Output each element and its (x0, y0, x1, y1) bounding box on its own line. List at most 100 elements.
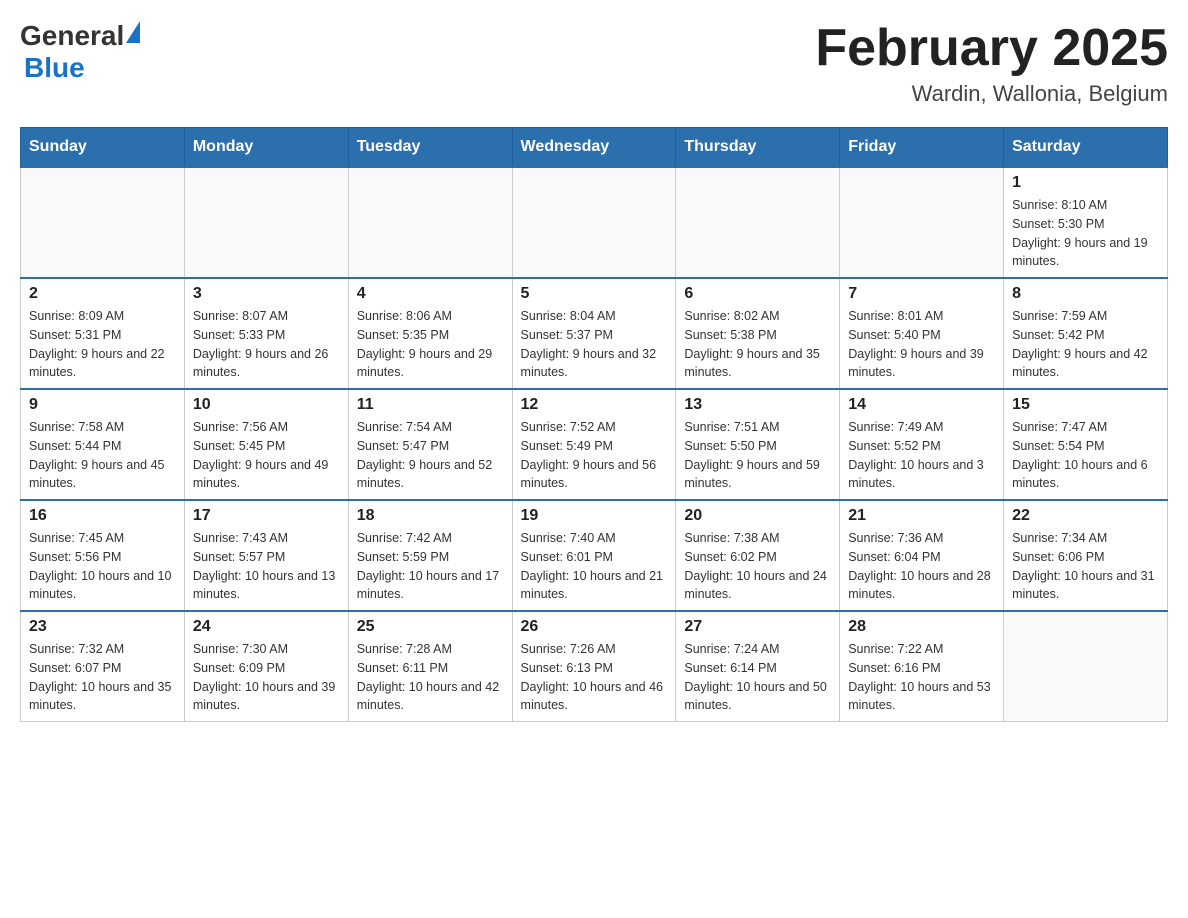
day-number: 19 (521, 507, 668, 525)
column-header-sunday: Sunday (21, 128, 185, 168)
day-info: Sunrise: 7:47 AMSunset: 5:54 PMDaylight:… (1012, 418, 1159, 493)
column-header-thursday: Thursday (676, 128, 840, 168)
column-header-tuesday: Tuesday (348, 128, 512, 168)
calendar-cell: 11 Sunrise: 7:54 AMSunset: 5:47 PMDayligh… (348, 389, 512, 500)
day-number: 11 (357, 396, 504, 414)
day-number: 2 (29, 285, 176, 303)
day-info: Sunrise: 8:02 AMSunset: 5:38 PMDaylight:… (684, 307, 831, 382)
calendar-week-row: 16 Sunrise: 7:45 AMSunset: 5:56 PMDayligh… (21, 500, 1168, 611)
day-number: 16 (29, 507, 176, 525)
month-title: February 2025 (815, 20, 1168, 77)
day-number: 14 (848, 396, 995, 414)
calendar-header-row: SundayMondayTuesdayWednesdayThursdayFrid… (21, 128, 1168, 168)
day-info: Sunrise: 8:01 AMSunset: 5:40 PMDaylight:… (848, 307, 995, 382)
calendar-cell: 9 Sunrise: 7:58 AMSunset: 5:44 PMDaylight… (21, 389, 185, 500)
calendar-cell: 5 Sunrise: 8:04 AMSunset: 5:37 PMDaylight… (512, 278, 676, 389)
calendar-cell: 28 Sunrise: 7:22 AMSunset: 6:16 PMDayligh… (840, 611, 1004, 722)
day-info: Sunrise: 7:34 AMSunset: 6:06 PMDaylight:… (1012, 529, 1159, 604)
calendar-cell (840, 167, 1004, 278)
day-info: Sunrise: 8:04 AMSunset: 5:37 PMDaylight:… (521, 307, 668, 382)
page-header: General Blue February 2025 Wardin, Wallo… (20, 20, 1168, 107)
day-info: Sunrise: 7:56 AMSunset: 5:45 PMDaylight:… (193, 418, 340, 493)
day-number: 1 (1012, 174, 1159, 192)
day-info: Sunrise: 8:06 AMSunset: 5:35 PMDaylight:… (357, 307, 504, 382)
logo-blue-text: Blue (24, 52, 140, 84)
day-number: 10 (193, 396, 340, 414)
day-info: Sunrise: 8:10 AMSunset: 5:30 PMDaylight:… (1012, 196, 1159, 271)
day-info: Sunrise: 7:38 AMSunset: 6:02 PMDaylight:… (684, 529, 831, 604)
calendar-cell: 7 Sunrise: 8:01 AMSunset: 5:40 PMDaylight… (840, 278, 1004, 389)
calendar-cell: 19 Sunrise: 7:40 AMSunset: 6:01 PMDayligh… (512, 500, 676, 611)
day-info: Sunrise: 7:52 AMSunset: 5:49 PMDaylight:… (521, 418, 668, 493)
day-info: Sunrise: 7:42 AMSunset: 5:59 PMDaylight:… (357, 529, 504, 604)
day-info: Sunrise: 7:28 AMSunset: 6:11 PMDaylight:… (357, 640, 504, 715)
day-number: 17 (193, 507, 340, 525)
day-number: 7 (848, 285, 995, 303)
day-info: Sunrise: 7:54 AMSunset: 5:47 PMDaylight:… (357, 418, 504, 493)
day-info: Sunrise: 7:45 AMSunset: 5:56 PMDaylight:… (29, 529, 176, 604)
calendar-cell: 6 Sunrise: 8:02 AMSunset: 5:38 PMDaylight… (676, 278, 840, 389)
day-number: 15 (1012, 396, 1159, 414)
day-info: Sunrise: 8:09 AMSunset: 5:31 PMDaylight:… (29, 307, 176, 382)
day-info: Sunrise: 7:49 AMSunset: 5:52 PMDaylight:… (848, 418, 995, 493)
calendar-cell: 21 Sunrise: 7:36 AMSunset: 6:04 PMDayligh… (840, 500, 1004, 611)
calendar-cell: 18 Sunrise: 7:42 AMSunset: 5:59 PMDayligh… (348, 500, 512, 611)
calendar-cell (512, 167, 676, 278)
calendar-cell: 25 Sunrise: 7:28 AMSunset: 6:11 PMDayligh… (348, 611, 512, 722)
calendar-cell: 13 Sunrise: 7:51 AMSunset: 5:50 PMDayligh… (676, 389, 840, 500)
day-info: Sunrise: 7:59 AMSunset: 5:42 PMDaylight:… (1012, 307, 1159, 382)
day-number: 28 (848, 618, 995, 636)
column-header-saturday: Saturday (1004, 128, 1168, 168)
calendar-week-row: 2 Sunrise: 8:09 AMSunset: 5:31 PMDaylight… (21, 278, 1168, 389)
calendar-cell (676, 167, 840, 278)
calendar-cell: 1 Sunrise: 8:10 AMSunset: 5:30 PMDaylight… (1004, 167, 1168, 278)
day-number: 9 (29, 396, 176, 414)
calendar-cell: 3 Sunrise: 8:07 AMSunset: 5:33 PMDaylight… (184, 278, 348, 389)
calendar-cell (184, 167, 348, 278)
day-number: 22 (1012, 507, 1159, 525)
day-number: 20 (684, 507, 831, 525)
day-number: 27 (684, 618, 831, 636)
calendar-cell: 10 Sunrise: 7:56 AMSunset: 5:45 PMDayligh… (184, 389, 348, 500)
day-number: 23 (29, 618, 176, 636)
day-info: Sunrise: 7:26 AMSunset: 6:13 PMDaylight:… (521, 640, 668, 715)
day-info: Sunrise: 7:22 AMSunset: 6:16 PMDaylight:… (848, 640, 995, 715)
day-number: 25 (357, 618, 504, 636)
day-number: 12 (521, 396, 668, 414)
day-number: 26 (521, 618, 668, 636)
day-number: 13 (684, 396, 831, 414)
day-number: 6 (684, 285, 831, 303)
calendar-week-row: 9 Sunrise: 7:58 AMSunset: 5:44 PMDaylight… (21, 389, 1168, 500)
calendar-cell: 20 Sunrise: 7:38 AMSunset: 6:02 PMDayligh… (676, 500, 840, 611)
logo-triangle-icon (126, 21, 140, 43)
day-number: 21 (848, 507, 995, 525)
calendar-week-row: 23Sunrise: 7:32 AMSunset: 6:07 PMDayligh… (21, 611, 1168, 722)
day-info: Sunrise: 7:40 AMSunset: 6:01 PMDaylight:… (521, 529, 668, 604)
calendar-cell: 26 Sunrise: 7:26 AMSunset: 6:13 PMDayligh… (512, 611, 676, 722)
calendar-cell: 24 Sunrise: 7:30 AMSunset: 6:09 PMDayligh… (184, 611, 348, 722)
day-info: Sunrise: 7:36 AMSunset: 6:04 PMDaylight:… (848, 529, 995, 604)
day-info: Sunrise: 8:07 AMSunset: 5:33 PMDaylight:… (193, 307, 340, 382)
calendar-cell: 23Sunrise: 7:32 AMSunset: 6:07 PMDayligh… (21, 611, 185, 722)
day-number: 24 (193, 618, 340, 636)
day-info: Sunrise: 7:58 AMSunset: 5:44 PMDaylight:… (29, 418, 176, 493)
location-title: Wardin, Wallonia, Belgium (815, 81, 1168, 107)
calendar-cell: 4 Sunrise: 8:06 AMSunset: 5:35 PMDaylight… (348, 278, 512, 389)
day-number: 3 (193, 285, 340, 303)
calendar-cell (1004, 611, 1168, 722)
day-info: Sunrise: 7:51 AMSunset: 5:50 PMDaylight:… (684, 418, 831, 493)
calendar-cell: 8Sunrise: 7:59 AMSunset: 5:42 PMDaylight… (1004, 278, 1168, 389)
logo: General Blue (20, 20, 140, 84)
day-number: 18 (357, 507, 504, 525)
day-info: Sunrise: 7:30 AMSunset: 6:09 PMDaylight:… (193, 640, 340, 715)
day-number: 4 (357, 285, 504, 303)
calendar-cell (348, 167, 512, 278)
day-number: 5 (521, 285, 668, 303)
calendar-cell: 27Sunrise: 7:24 AMSunset: 6:14 PMDayligh… (676, 611, 840, 722)
calendar-cell: 14 Sunrise: 7:49 AMSunset: 5:52 PMDayligh… (840, 389, 1004, 500)
day-info: Sunrise: 7:43 AMSunset: 5:57 PMDaylight:… (193, 529, 340, 604)
column-header-wednesday: Wednesday (512, 128, 676, 168)
calendar-cell: 16 Sunrise: 7:45 AMSunset: 5:56 PMDayligh… (21, 500, 185, 611)
calendar-cell: 17 Sunrise: 7:43 AMSunset: 5:57 PMDayligh… (184, 500, 348, 611)
title-block: February 2025 Wardin, Wallonia, Belgium (815, 20, 1168, 107)
